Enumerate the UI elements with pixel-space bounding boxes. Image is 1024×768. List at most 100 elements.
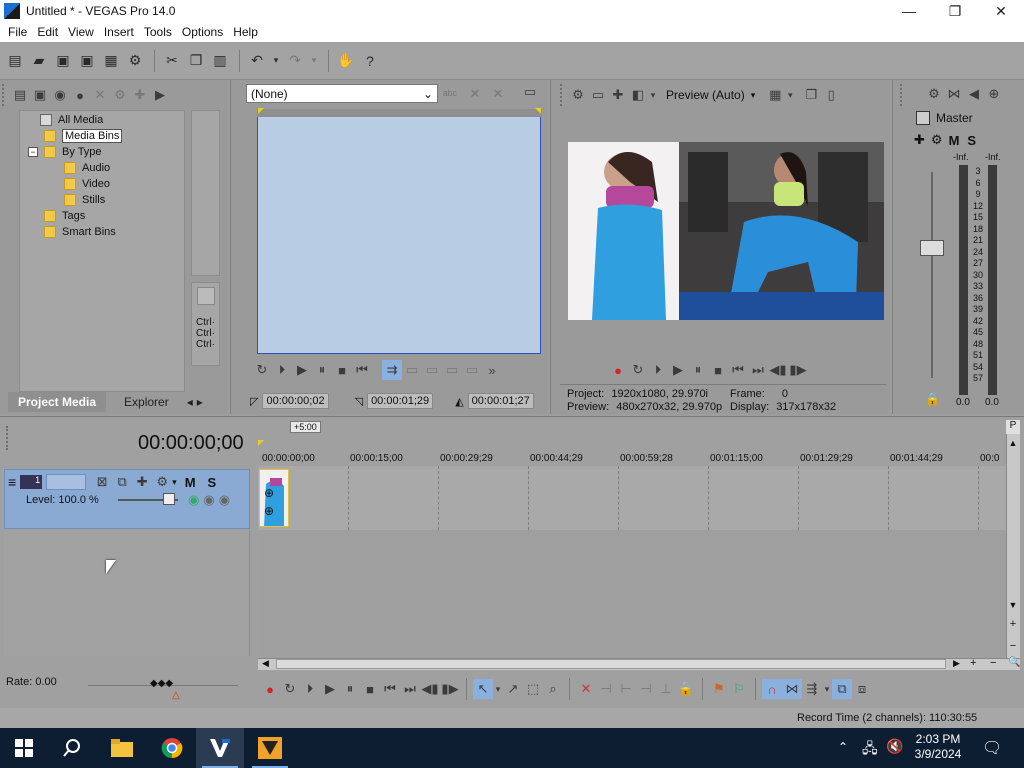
- tab-scroll-right-icon[interactable]: ▸: [195, 392, 205, 412]
- next-frame-icon[interactable]: ▮▶: [788, 360, 808, 380]
- envelope-tool-icon[interactable]: ↗: [503, 679, 523, 699]
- track-solo-button[interactable]: S: [208, 475, 217, 490]
- track-fx-icon[interactable]: ✚: [132, 472, 152, 492]
- track-list-empty[interactable]: [4, 530, 250, 656]
- add-to-timeline-icon[interactable]: ⇉: [382, 360, 402, 380]
- trimmer-abc-icon[interactable]: ᵃᵇᶜ: [440, 84, 460, 104]
- stop-icon[interactable]: ■: [360, 679, 380, 699]
- track-list-button-icon[interactable]: P: [1006, 420, 1020, 434]
- master-gear-icon[interactable]: ⚙: [931, 132, 943, 148]
- zoom-in-vertical-icon[interactable]: +: [1006, 618, 1020, 632]
- tree-audio[interactable]: Audio: [64, 160, 110, 176]
- pan-hand-icon[interactable]: ✋: [335, 50, 357, 72]
- menu-help[interactable]: Help: [233, 25, 258, 39]
- previous-frame-icon[interactable]: ⏮: [352, 360, 372, 380]
- snapping-magnet-icon[interactable]: ∩: [762, 679, 782, 699]
- auto-crossfade-icon[interactable]: ⋈: [782, 679, 802, 699]
- parent-composite-icon[interactable]: ◉: [203, 492, 214, 508]
- lock-event-icon[interactable]: 🔒: [676, 679, 696, 699]
- track-minimize-icon[interactable]: ≡: [8, 474, 16, 490]
- record-icon[interactable]: ●: [260, 679, 280, 699]
- trimmer-options-icon[interactable]: ▭: [520, 82, 540, 102]
- lock-envelopes-icon[interactable]: ⧉: [832, 679, 852, 699]
- stop-icon[interactable]: ■: [332, 360, 352, 380]
- collapse-icon[interactable]: −: [28, 147, 38, 157]
- shortcut-icon[interactable]: [196, 287, 215, 305]
- network-icon[interactable]: 🖧: [862, 738, 878, 762]
- import-media-icon[interactable]: ▤: [10, 85, 30, 105]
- media-generators-icon[interactable]: ✚: [130, 85, 150, 105]
- timeline-grip[interactable]: [6, 426, 10, 450]
- whats-this-help-icon[interactable]: ?: [359, 50, 381, 72]
- track-name-field[interactable]: [46, 474, 87, 490]
- save-snapshot-icon[interactable]: ▯: [821, 85, 841, 105]
- media-fx-icon[interactable]: ⚙: [110, 85, 130, 105]
- chevron-down-icon[interactable]: ▾: [751, 90, 756, 101]
- trimmer-insert-icon[interactable]: ▭: [402, 360, 422, 380]
- start-button[interactable]: [0, 728, 48, 768]
- ripple-dropdown-icon[interactable]: ▾: [822, 679, 832, 699]
- trimmer-media-dropdown[interactable]: (None) ⌄: [246, 84, 438, 103]
- track-level-slider-handle[interactable]: [163, 493, 175, 505]
- open-icon[interactable]: ▰: [28, 50, 50, 72]
- overlays-grid-icon[interactable]: ▦: [765, 85, 785, 105]
- capture-video-icon[interactable]: ▣: [30, 85, 50, 105]
- track-motion-icon[interactable]: ⊠: [92, 472, 112, 492]
- vegas-alt-taskbar-button[interactable]: [246, 728, 294, 768]
- pause-icon[interactable]: ⏸: [312, 360, 332, 380]
- copy-icon[interactable]: ❐: [185, 50, 207, 72]
- mixer-properties-gear-icon[interactable]: ⚙: [924, 84, 944, 104]
- loop-playback-icon[interactable]: ↻: [280, 679, 300, 699]
- tree-video[interactable]: Video: [64, 176, 110, 192]
- master-bus-icon[interactable]: [916, 111, 930, 125]
- show-hidden-icons-chevron-icon[interactable]: ⌃: [838, 740, 848, 754]
- get-web-media-icon[interactable]: ●: [70, 85, 90, 105]
- zoom-tool-icon[interactable]: ⌕: [543, 679, 563, 699]
- scroll-down-icon[interactable]: ▼: [1006, 600, 1020, 614]
- ripple-edit-icon[interactable]: ⇶: [802, 679, 822, 699]
- chrome-button[interactable]: [148, 728, 196, 768]
- trimmer-overwrite-icon[interactable]: ▭: [422, 360, 442, 380]
- menu-view[interactable]: View: [68, 25, 94, 39]
- trimmer-marker-icon[interactable]: ▭: [462, 360, 482, 380]
- track-gear-dropdown-icon[interactable]: ▾: [172, 477, 177, 488]
- tab-project-media[interactable]: Project Media: [8, 392, 107, 412]
- track-mute-button[interactable]: M: [185, 475, 196, 490]
- cut-icon[interactable]: ✂: [161, 50, 183, 72]
- previous-frame-icon[interactable]: ◀▮: [768, 360, 788, 380]
- previous-frame-icon[interactable]: ◀▮: [420, 679, 440, 699]
- file-explorer-button[interactable]: [98, 728, 146, 768]
- record-icon[interactable]: ●: [608, 360, 628, 380]
- play-icon[interactable]: ▶: [292, 360, 312, 380]
- external-monitor-icon[interactable]: ▭: [588, 85, 608, 105]
- lock-icon[interactable]: 🔒: [925, 392, 940, 406]
- maximize-button[interactable]: ❐: [932, 0, 978, 22]
- new-icon[interactable]: ▤: [4, 50, 26, 72]
- master-fader-handle[interactable]: [920, 240, 944, 256]
- play-icon[interactable]: ▶: [668, 360, 688, 380]
- menu-options[interactable]: Options: [182, 25, 223, 39]
- go-to-start-icon[interactable]: ⏮: [380, 679, 400, 699]
- panel-grip[interactable]: [560, 84, 566, 106]
- get-media-icon[interactable]: ◉: [50, 85, 70, 105]
- trim-icon[interactable]: ⊣: [596, 679, 616, 699]
- play-from-start-icon[interactable]: ⏵: [648, 360, 668, 380]
- trimmer-out-timecode[interactable]: 00:00:01;29: [367, 393, 434, 409]
- zoom-out-horizontal-icon[interactable]: −: [990, 657, 996, 669]
- loop-region-marker[interactable]: [258, 440, 264, 446]
- fade-handle-icon[interactable]: ⊕: [264, 486, 274, 500]
- trimmer-fit-icon[interactable]: ▭: [442, 360, 462, 380]
- menu-insert[interactable]: Insert: [104, 25, 134, 39]
- remove-media-icon[interactable]: ✕: [90, 85, 110, 105]
- notifications-icon[interactable]: 🗨: [982, 738, 1002, 758]
- save-icon[interactable]: ▣: [52, 50, 74, 72]
- master-mute-button[interactable]: M: [949, 133, 960, 148]
- zoom-in-horizontal-icon[interactable]: +: [970, 657, 976, 669]
- menu-tools[interactable]: Tools: [144, 25, 172, 39]
- go-to-start-icon[interactable]: ⏮: [728, 360, 748, 380]
- trimmer-snap-icon[interactable]: ✕: [465, 84, 485, 104]
- mixer-dim-icon[interactable]: ⊕: [984, 84, 1004, 104]
- timeline-empty-area[interactable]: [258, 530, 1006, 656]
- redo-dropdown-icon[interactable]: ▾: [308, 50, 320, 72]
- tree-by-type[interactable]: − By Type: [28, 144, 102, 160]
